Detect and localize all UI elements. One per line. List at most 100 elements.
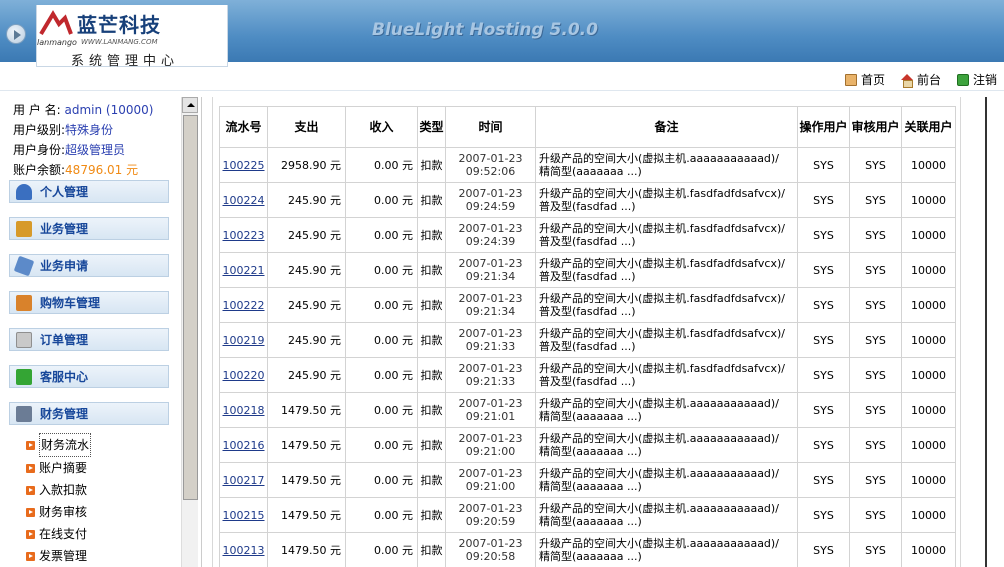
home-link[interactable]: 首页 [844,71,885,88]
balance-value: 48796.01 元 [65,163,139,177]
ledger-table: 流水号 支出 收入 类型 时间 备注 操作用户 审核用户 关联用户 100225… [219,106,956,567]
transaction-link[interactable]: 100213 [223,544,265,557]
cell-operator: SYS [797,322,850,358]
cell-clock: 09:24:59 [465,200,516,213]
header-divider [0,90,1004,91]
cell-time: 2007-01-23 09:52:06 [445,147,536,183]
cell-out: 245.90 元 [267,322,346,358]
menu-orders[interactable]: 订单管理 [9,328,169,351]
cell-related: 10000 [901,217,956,253]
header-in: 收入 [345,106,418,148]
logo-en: lanmango [37,38,77,47]
cell-operator: SYS [797,287,850,323]
cell-related: 10000 [901,357,956,393]
transaction-link[interactable]: 100221 [223,264,265,277]
note-line-2: 普及型(fasdfad ...) [539,235,636,248]
cell-auditor: SYS [849,217,902,253]
cell-type: 扣款 [417,217,446,253]
transaction-link[interactable]: 100217 [223,474,265,487]
menu-apply[interactable]: 业务申请 [9,254,169,277]
cell-operator: SYS [797,252,850,288]
cell-related: 10000 [901,322,956,358]
transaction-link[interactable]: 100220 [223,369,265,382]
cell-related: 10000 [901,392,956,428]
submenu-summary[interactable]: 账户摘要 [26,457,91,479]
cell-auditor: SYS [849,147,902,183]
cell-time: 2007-01-23 09:21:01 [445,392,536,428]
header-time: 时间 [445,106,536,148]
sidebar-scrollbar[interactable] [181,97,198,567]
cell-operator: SYS [797,392,850,428]
logout-link[interactable]: 注销 [956,71,997,88]
sidebar-divider [201,97,202,567]
note-line-1: 升级产品的空间大小(虚拟主机.fasdfadfdsafvcx)/ [539,257,785,270]
cell-note: 升级产品的空间大小(虚拟主机.fasdfadfdsafvcx)/普及型(fasd… [535,252,798,288]
arrow-right-icon [26,507,35,517]
cell-time: 2007-01-23 09:21:33 [445,357,536,393]
cell-id: 100217 [219,462,268,498]
cell-id: 100225 [219,147,268,183]
cell-auditor: SYS [849,462,902,498]
header-related: 关联用户 [901,106,956,148]
cell-type: 扣款 [417,252,446,288]
person-icon [16,183,32,200]
cart-icon [16,294,32,311]
cell-auditor: SYS [849,497,902,533]
cell-related: 10000 [901,287,956,323]
cell-note: 升级产品的空间大小(虚拟主机.aaaaaaaaaaad)/精简型(aaaaaaa… [535,147,798,183]
transaction-link[interactable]: 100225 [223,159,265,172]
cell-type: 扣款 [417,497,446,533]
cell-date: 2007-01-23 [458,537,523,550]
menu-personal[interactable]: 个人管理 [9,180,169,203]
logo: 蓝芒科技 lanmango WWW.LANMANG.COM 系统管理中心 [36,5,228,69]
submenu-transactions[interactable]: 财务流水 [26,433,92,457]
header-auditor: 审核用户 [849,106,902,148]
menu-business[interactable]: 业务管理 [9,217,169,240]
transaction-link[interactable]: 100224 [223,194,265,207]
cell-id: 100216 [219,427,268,463]
transaction-link[interactable]: 100218 [223,404,265,417]
scroll-thumb[interactable] [183,115,198,500]
cell-id: 100223 [219,217,268,253]
cell-clock: 09:21:00 [465,480,516,493]
menu-cart[interactable]: 购物车管理 [9,291,169,314]
note-line-2: 精简型(aaaaaaa ...) [539,445,642,458]
menu-finance[interactable]: 财务管理 [9,402,169,425]
submenu-deposit[interactable]: 入款扣款 [26,479,91,501]
transaction-link[interactable]: 100215 [223,509,265,522]
cell-auditor: SYS [849,182,902,218]
cell-time: 2007-01-23 09:21:34 [445,252,536,288]
cell-time: 2007-01-23 09:21:00 [445,427,536,463]
cell-date: 2007-01-23 [458,467,523,480]
menu-support[interactable]: 客服中心 [9,365,169,388]
cell-in: 0.00 元 [345,392,418,428]
note-line-1: 升级产品的空间大小(虚拟主机.aaaaaaaaaaad)/ [539,467,779,480]
submenu-invoice[interactable]: 发票管理 [26,545,91,567]
header-out: 支出 [267,106,346,148]
table-row: 100220 245.90 元 0.00 元扣款 2007-01-23 09:21:33… [219,357,956,393]
wrench-icon [16,405,32,422]
finance-submenu: 财务流水 账户摘要 入款扣款 财务审核 在线支付 发票管理 [26,433,92,567]
transaction-link[interactable]: 100223 [223,229,265,242]
play-icon[interactable] [6,24,26,44]
submenu-audit[interactable]: 财务审核 [26,501,91,523]
cell-clock: 09:21:34 [465,270,516,283]
username-value: admin (10000) [64,103,154,117]
transaction-link[interactable]: 100222 [223,299,265,312]
submenu-online-pay[interactable]: 在线支付 [26,523,91,545]
frontend-link[interactable]: 前台 [900,71,941,88]
right-edge [985,97,987,567]
cell-time: 2007-01-23 09:21:00 [445,462,536,498]
cell-clock: 09:24:39 [465,235,516,248]
cell-id: 100221 [219,252,268,288]
table-row: 100218 1479.50 元 0.00 元扣款 2007-01-23 09:21:0… [219,392,956,428]
cell-note: 升级产品的空间大小(虚拟主机.fasdfadfdsafvcx)/普及型(fasd… [535,217,798,253]
cell-out: 245.90 元 [267,182,346,218]
cell-time: 2007-01-23 09:20:59 [445,497,536,533]
cell-date: 2007-01-23 [458,257,523,270]
transaction-link[interactable]: 100219 [223,334,265,347]
cell-time: 2007-01-23 09:24:39 [445,217,536,253]
transaction-link[interactable]: 100216 [223,439,265,452]
scroll-up-icon[interactable] [182,97,198,113]
cell-date: 2007-01-23 [458,502,523,515]
